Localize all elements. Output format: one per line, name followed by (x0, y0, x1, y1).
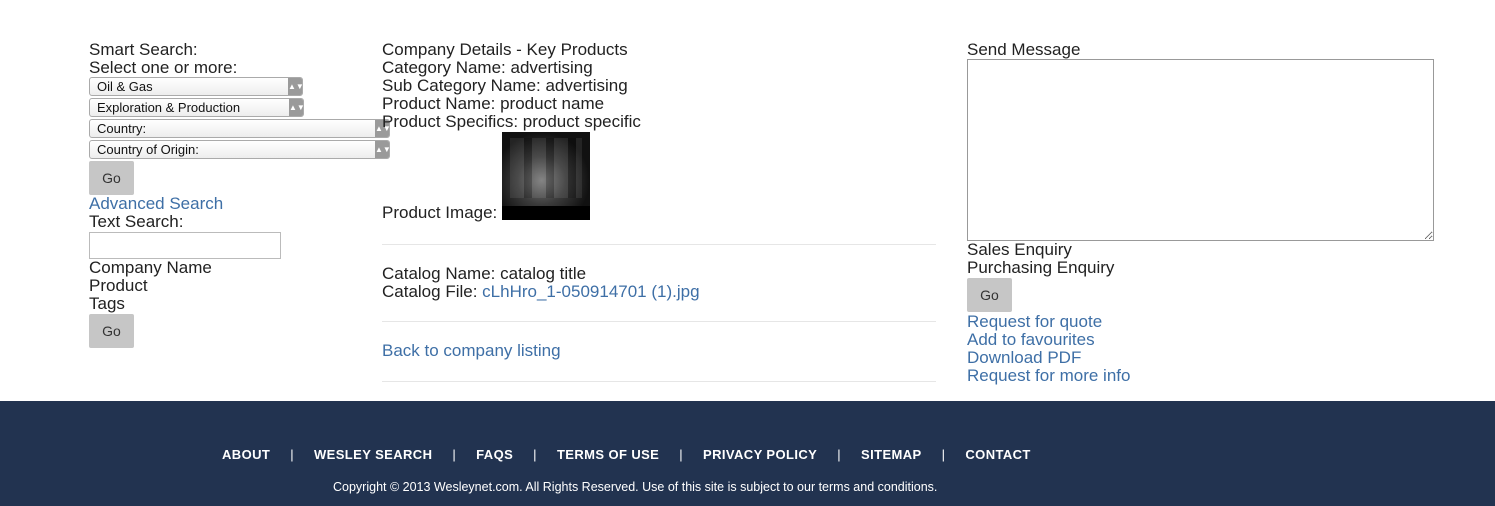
product-name: Product Name: product name (382, 94, 605, 113)
footer-link-contact[interactable]: CONTACT (965, 447, 1030, 462)
country-select-value: Country: (97, 121, 147, 136)
country-of-origin-select-value: Country of Origin: (97, 142, 199, 157)
smart-search-title: Smart Search: (89, 40, 198, 59)
company-details-panel: Company Details - Key Products Category … (382, 41, 936, 382)
smart-search-panel: Smart Search: Select one or more: Oil & … (89, 40, 391, 348)
footer-nav: ABOUT | WESLEY SEARCH | FAQS | TERMS OF … (222, 447, 1031, 462)
industry-select-value: Oil & Gas (97, 79, 153, 94)
send-message-go-button[interactable]: Go (967, 278, 1012, 312)
footer-separator: | (290, 447, 294, 462)
details-heading: Company Details - Key Products (382, 40, 628, 59)
sector-select[interactable]: Exploration & Production ▲▼ (89, 98, 305, 117)
product-image-label: Product Image: (382, 203, 498, 222)
divider (382, 321, 936, 322)
footer-separator: | (837, 447, 842, 462)
catalog-file-label: Catalog File: (382, 282, 478, 301)
product-specifics: Product Specifics: product specific (382, 112, 641, 131)
catalog-file-row: Catalog File: cLhHro_1-050914701 (1).jpg (382, 283, 936, 301)
text-search-go-button[interactable]: Go (89, 314, 134, 348)
product-image (502, 132, 591, 220)
text-search-label: Text Search: (89, 212, 184, 231)
send-message-title: Send Message (967, 40, 1081, 59)
footer-link-faqs[interactable]: FAQS (476, 447, 513, 462)
industry-select[interactable]: Oil & Gas ▲▼ (89, 77, 304, 96)
search-option-product[interactable]: Product (89, 277, 389, 295)
footer-separator: | (452, 447, 457, 462)
request-more-info-link[interactable]: Request for more info (967, 367, 1437, 385)
sector-select-value: Exploration & Production (97, 100, 241, 115)
country-of-origin-select[interactable]: Country of Origin: ▲▼ (89, 140, 391, 159)
footer-separator: | (533, 447, 537, 462)
download-pdf-link[interactable]: Download PDF (967, 349, 1437, 367)
enquiry-option-sales[interactable]: Sales Enquiry (967, 241, 1437, 259)
footer-link-privacy[interactable]: PRIVACY POLICY (703, 447, 817, 462)
select-arrows-icon: ▲▼ (289, 99, 305, 116)
footer: ABOUT | WESLEY SEARCH | FAQS | TERMS OF … (0, 401, 1495, 506)
catalog-name: Catalog Name: catalog title (382, 264, 587, 283)
request-quote-link[interactable]: Request for quote (967, 313, 1437, 331)
divider (382, 244, 936, 245)
product-image-row: Product Image: (382, 132, 936, 222)
search-option-company-name[interactable]: Company Name (89, 259, 389, 277)
footer-separator: | (941, 447, 946, 462)
footer-link-wesley-search[interactable]: WESLEY SEARCH (314, 447, 432, 462)
copyright-text: Copyright © 2013 Wesleynet.com. All Righ… (333, 480, 938, 494)
divider (382, 381, 936, 382)
footer-link-sitemap[interactable]: SITEMAP (861, 447, 922, 462)
text-search-input[interactable] (89, 232, 281, 259)
sub-category-name: Sub Category Name: advertising (382, 76, 628, 95)
search-option-tags[interactable]: Tags (89, 295, 389, 313)
smart-search-subtitle: Select one or more: (89, 58, 238, 77)
message-textarea[interactable] (967, 59, 1434, 241)
country-select[interactable]: Country: ▲▼ (89, 119, 391, 138)
enquiry-option-purchasing[interactable]: Purchasing Enquiry (967, 259, 1437, 277)
footer-link-about[interactable]: ABOUT (222, 447, 270, 462)
back-to-listing-link[interactable]: Back to company listing (382, 342, 936, 360)
footer-separator: | (679, 447, 684, 462)
footer-link-terms[interactable]: TERMS OF USE (557, 447, 659, 462)
add-favourites-link[interactable]: Add to favourites (967, 331, 1437, 349)
category-name: Category Name: advertising (382, 58, 593, 77)
send-message-panel: Send Message Sales Enquiry Purchasing En… (967, 41, 1437, 385)
main-content: Smart Search: Select one or more: Oil & … (0, 0, 1495, 401)
smart-search-go-button[interactable]: Go (89, 161, 134, 195)
select-arrows-icon: ▲▼ (288, 78, 304, 95)
catalog-file-link[interactable]: cLhHro_1-050914701 (1).jpg (482, 282, 699, 301)
advanced-search-link[interactable]: Advanced Search (89, 195, 389, 213)
